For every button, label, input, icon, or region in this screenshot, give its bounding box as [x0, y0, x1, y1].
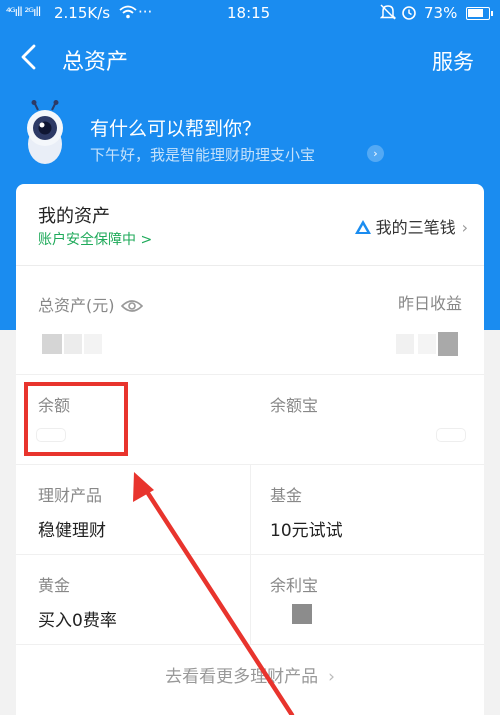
security-link[interactable]: 账户安全保障中 > [38, 229, 152, 249]
gold-item[interactable]: 黄金 买入0费率 [38, 572, 272, 631]
three-money-link[interactable]: 我的三笔钱 › [354, 214, 468, 239]
chevron-right-icon[interactable]: › [367, 145, 384, 162]
bell-muted-icon [379, 3, 397, 25]
robot-mascot-icon [27, 100, 63, 164]
total-assets-label: 总资产(元) [38, 292, 143, 317]
chevron-right-icon: › [328, 667, 335, 687]
masked-yesterday-amount [396, 332, 466, 356]
yesterday-earnings-label: 昨日收益 [397, 294, 462, 313]
yulibao-item[interactable]: 余利宝 [270, 572, 500, 596]
more-status-icon: ··· [138, 3, 153, 21]
divider [16, 554, 484, 555]
network-speed: 2.15K/s [54, 4, 111, 22]
masked-yulibao-value [292, 604, 312, 624]
eye-icon[interactable] [120, 298, 143, 317]
back-button[interactable] [18, 42, 48, 76]
masked-yuebao-value [436, 428, 466, 442]
battery-icon [466, 7, 493, 20]
assistant-banner[interactable]: 有什么可以帮到你？ 下午好，我是智能理财助理支小宝 [0, 100, 500, 170]
yuebao-item[interactable]: 余额宝 [270, 392, 500, 416]
status-bar: ⁴ᴳıll ²ᴳıll 2.15K/s ··· 18:15 73% [0, 0, 500, 28]
assistant-title: 有什么可以帮到你？ [90, 118, 262, 140]
service-button[interactable]: 服务 [432, 46, 474, 76]
chevron-right-icon: › [461, 218, 468, 237]
three-money-label: 我的三笔钱 [375, 218, 456, 237]
assistant-subtitle: 下午好，我是智能理财助理支小宝 [90, 146, 316, 164]
more-products-link[interactable]: 去看看更多理财产品 › [16, 662, 484, 687]
annotation-highlight-box [24, 382, 128, 456]
battery-percent: 73% [424, 4, 458, 22]
my-assets-title: 我的资产 [38, 206, 110, 227]
clock: 18:15 [227, 4, 271, 22]
navigation-bar: 总资产 服务 [0, 36, 500, 80]
card-header: 我的资产 账户安全保障中 > 我的三笔钱 › [16, 184, 484, 266]
signal-indicator: ⁴ᴳıll ²ᴳıll [6, 5, 41, 19]
fund-item[interactable]: 基金 10元试试 [270, 482, 500, 541]
wifi-icon [119, 3, 137, 25]
wealth-products-item[interactable]: 理财产品 稳健理财 [38, 482, 272, 541]
chevron-left-icon [21, 44, 36, 70]
page-title: 总资产 [62, 50, 129, 75]
alarm-icon [400, 3, 418, 25]
divider [16, 644, 484, 645]
masked-total-amount [42, 334, 112, 354]
divider [16, 374, 484, 375]
triangle-logo-icon [354, 219, 372, 239]
